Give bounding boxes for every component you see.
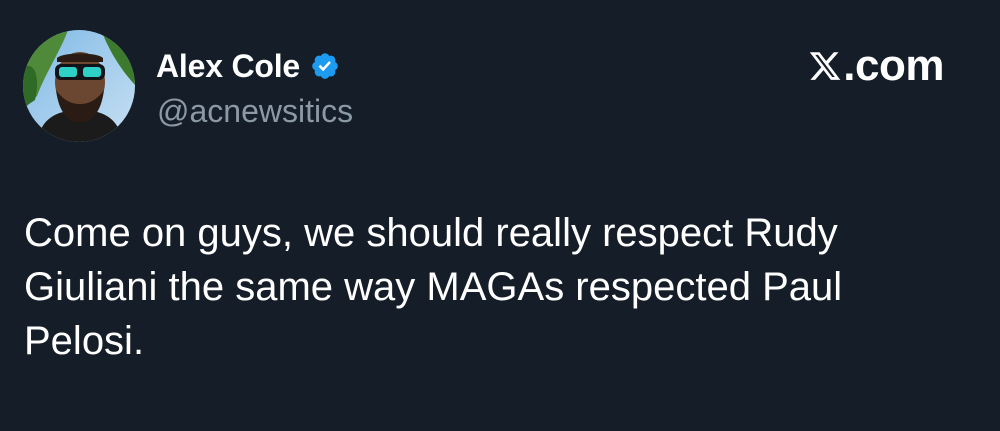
tweet-line: Come on guys, we should really respect R…	[24, 211, 838, 255]
verified-badge-icon	[312, 53, 338, 79]
x-logo-icon	[810, 52, 841, 80]
author-name-row: Alex Cole	[156, 44, 340, 88]
author-display-name[interactable]: Alex Cole	[156, 44, 300, 88]
tweet-body: Come on guys, we should really respect R…	[24, 206, 964, 368]
author-avatar[interactable]	[23, 30, 135, 142]
brand-watermark: .com	[808, 40, 944, 92]
author-handle[interactable]: @acnewsitics	[157, 89, 353, 133]
tweet-card: Alex Cole @acnewsitics .com Come on guys…	[0, 0, 1000, 431]
tweet-line: Pelosi.	[24, 319, 145, 363]
brand-text: .com	[843, 41, 944, 90]
tweet-line: Giuliani the same way MAGAs respected Pa…	[24, 265, 843, 309]
profile-photo-icon	[23, 30, 135, 142]
